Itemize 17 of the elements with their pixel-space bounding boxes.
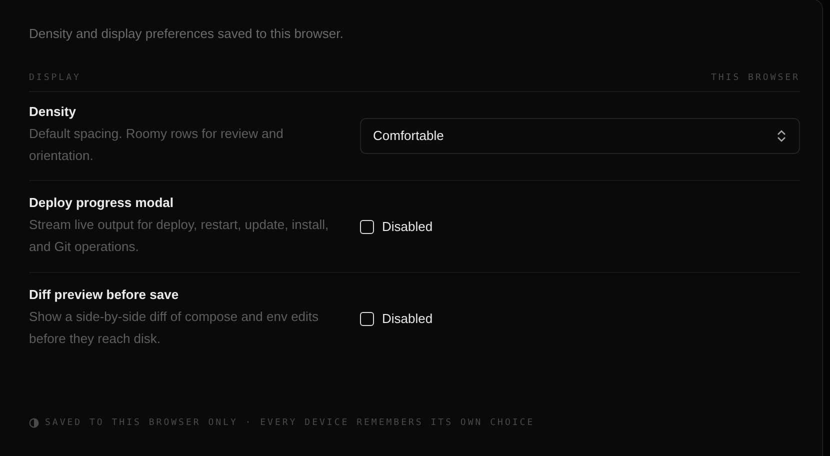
intro-text: Density and display preferences saved to this browser. xyxy=(29,26,344,41)
section-scope: THIS BROWSER xyxy=(710,73,800,83)
checkbox[interactable] xyxy=(360,312,374,326)
checkbox-label: Disabled xyxy=(382,219,433,234)
setting-description: Default spacing. Roomy rows for review and orientation. xyxy=(29,125,284,165)
setting-title: Diff preview before save xyxy=(29,287,180,302)
setting-title: Deploy progress modal xyxy=(29,195,174,210)
setting-title: Density xyxy=(29,104,77,119)
footer-note: SAVED TO THIS BROWSER ONLY · EVERY DEVICE REMEMBERS ITS OWN CHOICE xyxy=(45,418,535,428)
section-title: DISPLAY xyxy=(29,73,81,83)
setting-description: Stream live output for deploy, restart, update, install, and Git operations. xyxy=(29,216,329,256)
density-select[interactable]: Comfortable xyxy=(360,118,800,154)
checkbox[interactable] xyxy=(360,220,374,234)
checkbox-label: Disabled xyxy=(382,311,433,326)
chevron-up-down-icon xyxy=(777,130,786,142)
half-circle-icon xyxy=(29,418,39,428)
setting-description: Show a side-by-side diff of compose and env edits before they reach disk. xyxy=(29,308,320,348)
